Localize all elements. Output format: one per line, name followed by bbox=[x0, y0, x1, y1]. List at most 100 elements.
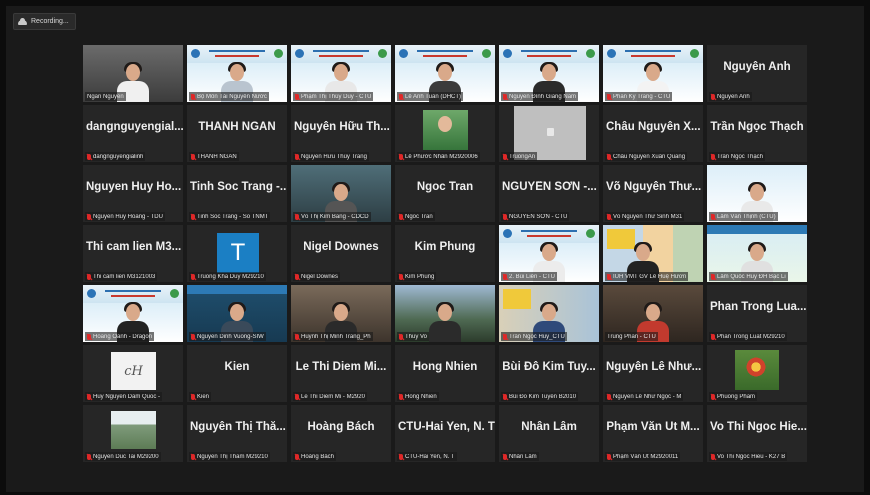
video-tile[interactable]: Tinh Soc Trang -... Tinh Soc Trang - So … bbox=[187, 165, 287, 222]
active-speaker-tile[interactable]: Trung Phan - CTU bbox=[603, 285, 703, 342]
participant-display-name: Thi cam lien M3... bbox=[86, 241, 182, 253]
participant-name: Kim Phung bbox=[405, 273, 435, 280]
mic-muted-icon bbox=[87, 273, 91, 280]
participant-label: Trung Phan - CTU bbox=[605, 332, 658, 341]
video-tile[interactable]: Nhân Lâm Nhân Lâm bbox=[499, 405, 599, 462]
participant-label: Võ Thị Kim Bằng - CDCD bbox=[293, 212, 371, 221]
mic-muted-icon bbox=[607, 273, 611, 280]
video-tile[interactable]: Nguyễn Lê Như... Nguyễn Lê Như Ngọc - M bbox=[603, 345, 703, 402]
video-tile[interactable]: Huỳnh Thị Minh Trang_Ph bbox=[291, 285, 391, 342]
participant-name: Nhân Lâm bbox=[509, 453, 537, 460]
participant-name: Nguyễn Anh bbox=[717, 93, 750, 100]
profile-photo bbox=[423, 110, 468, 150]
participant-label: Phạm Thị Thúy Duy - CTU bbox=[293, 92, 374, 101]
video-tile[interactable]: Lê Phước Nhân M2920006 bbox=[395, 105, 495, 162]
participant-name: NGUYỄN SƠN - CTU bbox=[509, 213, 568, 220]
mic-muted-icon bbox=[711, 453, 715, 460]
video-tile[interactable]: Võ Nguyễn Thư... Võ Nguyễn Thư Sinh M31 bbox=[603, 165, 703, 222]
video-tile[interactable]: Nguyễn Hữu Th... Nguyễn Hữu Thùy Trang bbox=[291, 105, 391, 162]
participant-label: Phan Trong Luat M29210 bbox=[709, 332, 787, 341]
profile-letter-avatar: T bbox=[217, 233, 259, 273]
video-tile[interactable]: T Truong Kha Duy M29210 bbox=[187, 225, 287, 282]
participant-label: Nguyễn Anh bbox=[709, 92, 752, 101]
mic-muted-icon bbox=[399, 93, 403, 100]
video-tile[interactable]: Nguyễn Đình Giang Nam bbox=[499, 45, 599, 102]
participant-name: Phạm Văn Út M2920011 bbox=[613, 453, 679, 460]
video-tile[interactable]: Hoàng Bách Hoàng Bách bbox=[291, 405, 391, 462]
mic-muted-icon bbox=[295, 93, 299, 100]
video-tile[interactable]: Trần Ngọc Huy_CTU bbox=[499, 285, 599, 342]
video-tile[interactable]: Nguyen Duc Tai M29200 bbox=[83, 405, 183, 462]
video-tile[interactable]: Bộ Môn Tài Nguyên Nước bbox=[187, 45, 287, 102]
video-tile[interactable]: NGUYỄN SƠN -... NGUYỄN SƠN - CTU bbox=[499, 165, 599, 222]
video-tile[interactable]: Nguyễn Anh Nguyễn Anh bbox=[707, 45, 807, 102]
video-tile[interactable]: Bùi Đỗ Kim Tuy... Bùi Đỗ Kim Tuyền B2010 bbox=[499, 345, 599, 402]
video-tile[interactable]: Ngan Nguyen bbox=[83, 45, 183, 102]
participant-label: Thuy Vo bbox=[397, 332, 430, 341]
video-tile[interactable]: dangnguyengial... dangnguyengialinh bbox=[83, 105, 183, 162]
video-tile[interactable]: CTU-Hai Yen, N. T CTU-Hai Yen, N. T bbox=[395, 405, 495, 462]
participant-name: IUH VMT GV Lê Huệ Hươn bbox=[613, 273, 687, 280]
participant-label: Hoàng Bách bbox=[293, 452, 337, 461]
video-tile[interactable]: Thi cam lien M3... Thi cam lien M3121003 bbox=[83, 225, 183, 282]
recording-indicator[interactable]: Recording... bbox=[13, 13, 76, 30]
participant-display-name: NGUYỄN SƠN -... bbox=[502, 181, 597, 193]
profile-signature-avatar: cH bbox=[111, 352, 156, 390]
participant-label: Kim Phung bbox=[397, 272, 437, 281]
mic-muted-icon bbox=[711, 273, 715, 280]
participant-display-name: Tinh Soc Trang -... bbox=[190, 181, 287, 193]
video-tile[interactable]: Phan Trong Lua... Phan Trong Luat M29210 bbox=[707, 285, 807, 342]
video-tile[interactable]: IUH VMT GV Lê Huệ Hươn bbox=[603, 225, 703, 282]
video-tile[interactable]: Lâm Văn Thịnh (CTU) bbox=[707, 165, 807, 222]
video-tile[interactable]: Phuong Pham bbox=[707, 345, 807, 402]
video-tile[interactable]: Vo Thi Ngoc Hie... Vo Thi Ngoc Hieu - K2… bbox=[707, 405, 807, 462]
video-tile[interactable]: Trần Ngọc Thạch Trần Ngọc Thạch bbox=[707, 105, 807, 162]
video-tile[interactable]: TruongAn bbox=[499, 105, 599, 162]
video-tile[interactable]: Kien Kien bbox=[187, 345, 287, 402]
video-tile[interactable]: Thuy Vo bbox=[395, 285, 495, 342]
video-tile[interactable]: Võ Thị Kim Bằng - CDCD bbox=[291, 165, 391, 222]
video-tile[interactable]: Hoang Oanh - Dragon bbox=[83, 285, 183, 342]
participant-label: Hong Nhien bbox=[397, 392, 439, 401]
video-tile[interactable]: cH Huy Nguyen Dam Quoc - bbox=[83, 345, 183, 402]
participant-label: Phan Kỳ Trang - CTU bbox=[605, 92, 673, 101]
mic-muted-icon bbox=[399, 453, 403, 460]
participant-label: Hoang Oanh - Dragon bbox=[85, 332, 155, 341]
participant-label: Lê Phước Nhân M2920006 bbox=[397, 152, 480, 161]
participant-name: Nguyễn Đình Giang Nam bbox=[509, 93, 577, 100]
participant-display-name: Bùi Đỗ Kim Tuy... bbox=[502, 361, 596, 373]
video-tile[interactable]: Nguyen Huy Ho... Nguyen Huy Hoang - TDU bbox=[83, 165, 183, 222]
video-tile[interactable]: Ngoc Tran Ngoc Tran bbox=[395, 165, 495, 222]
video-tile[interactable]: Le Thi Diem Mi... Le Thi Diem Mi - M2920 bbox=[291, 345, 391, 402]
participant-name: Ngan Nguyen bbox=[87, 93, 124, 100]
video-tile[interactable]: Nguyễn Thị Thắ... Nguyễn Thị Thắm M29210 bbox=[187, 405, 287, 462]
mic-muted-icon bbox=[503, 93, 507, 100]
participant-name: Huỳnh Thị Minh Trang_Ph bbox=[301, 333, 371, 340]
participant-display-name: Kien bbox=[224, 361, 250, 373]
participant-name: Thuy Vo bbox=[405, 333, 428, 340]
participant-display-name: CTU-Hai Yen, N. T bbox=[398, 421, 495, 433]
participant-name: Huy Nguyen Dam Quoc - bbox=[93, 393, 161, 400]
video-tile[interactable]: Nguyen Dinh Vuong-SIW bbox=[187, 285, 287, 342]
video-tile[interactable]: Phan Kỳ Trang - CTU bbox=[603, 45, 703, 102]
video-tile[interactable]: Nigel Downes Nigel Downes bbox=[291, 225, 391, 282]
video-tile[interactable]: Châu Nguyễn X... Châu Nguyễn Xuân Quang bbox=[603, 105, 703, 162]
video-tile[interactable]: Phạm Thị Thúy Duy - CTU bbox=[291, 45, 391, 102]
participant-name: Nguyễn Hữu Thùy Trang bbox=[301, 153, 367, 160]
video-tile[interactable]: THANH NGAN THANH NGAN bbox=[187, 105, 287, 162]
participant-label: Nguyễn Đình Giang Nam bbox=[501, 92, 579, 101]
participant-display-name: Nguyễn Anh bbox=[723, 61, 791, 73]
mic-muted-icon bbox=[503, 213, 507, 220]
mic-muted-icon bbox=[711, 153, 715, 160]
video-tile[interactable]: Lê Anh Tuấn (DHCT) bbox=[395, 45, 495, 102]
participant-label: Lê Anh Tuấn (DHCT) bbox=[397, 92, 464, 101]
video-tile[interactable]: 2. Bùi Liên - CTU bbox=[499, 225, 599, 282]
participant-name: Phan Kỳ Trang - CTU bbox=[613, 93, 671, 100]
video-tile[interactable]: Lâm Quốc Huy ĐH Bạc Li bbox=[707, 225, 807, 282]
participant-label: Nguyen Huy Hoang - TDU bbox=[85, 212, 165, 221]
participant-name: Nguyen Duc Tai M29200 bbox=[93, 453, 159, 460]
video-tile[interactable]: Kim Phung Kim Phung bbox=[395, 225, 495, 282]
participant-display-name: Le Thi Diem Mi... bbox=[295, 361, 387, 373]
video-tile[interactable]: Hong Nhien Hong Nhien bbox=[395, 345, 495, 402]
video-tile[interactable]: Phạm Văn Út M... Phạm Văn Út M2920011 bbox=[603, 405, 703, 462]
